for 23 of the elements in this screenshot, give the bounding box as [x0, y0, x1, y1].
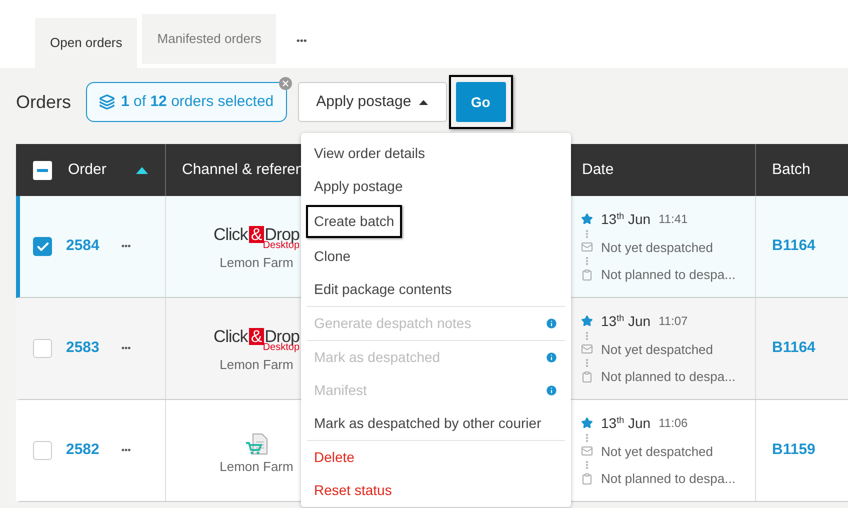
order-time: 11:06: [658, 415, 688, 432]
page-title: Orders: [16, 90, 72, 114]
plan-status: Not planned to despa...: [601, 368, 736, 386]
logo-text: Drop: [264, 226, 300, 243]
channel-name: Lemon Farm: [220, 356, 294, 374]
despatch-status: Not yet despatched: [601, 442, 714, 461]
logo-ampersand: &: [248, 328, 264, 345]
order-time: 11:41: [658, 211, 688, 228]
order-date: 13$^{th}$ Jun: [601, 414, 651, 432]
logo-text: Click: [213, 328, 248, 345]
order-date: 13$^{th}$ Jun: [601, 312, 651, 330]
despatch-status: Not yet despatched: [601, 238, 714, 257]
channel-name: Lemon Farm: [220, 458, 294, 476]
order-time: 11:07: [658, 313, 688, 330]
selection-count: 1 of 12 orders selected: [121, 92, 274, 112]
plan-status: Not planned to despa...: [601, 266, 736, 284]
channel-name: Lemon Farm: [220, 254, 294, 272]
plan-status: Not planned to despa...: [601, 470, 736, 488]
logo-text: Click: [213, 226, 248, 243]
logo-text: Drop: [264, 328, 300, 345]
despatch-status: Not yet despatched: [601, 340, 714, 359]
logo-ampersand: &: [248, 226, 264, 243]
order-date: 13$^{th}$ Jun: [601, 210, 651, 228]
